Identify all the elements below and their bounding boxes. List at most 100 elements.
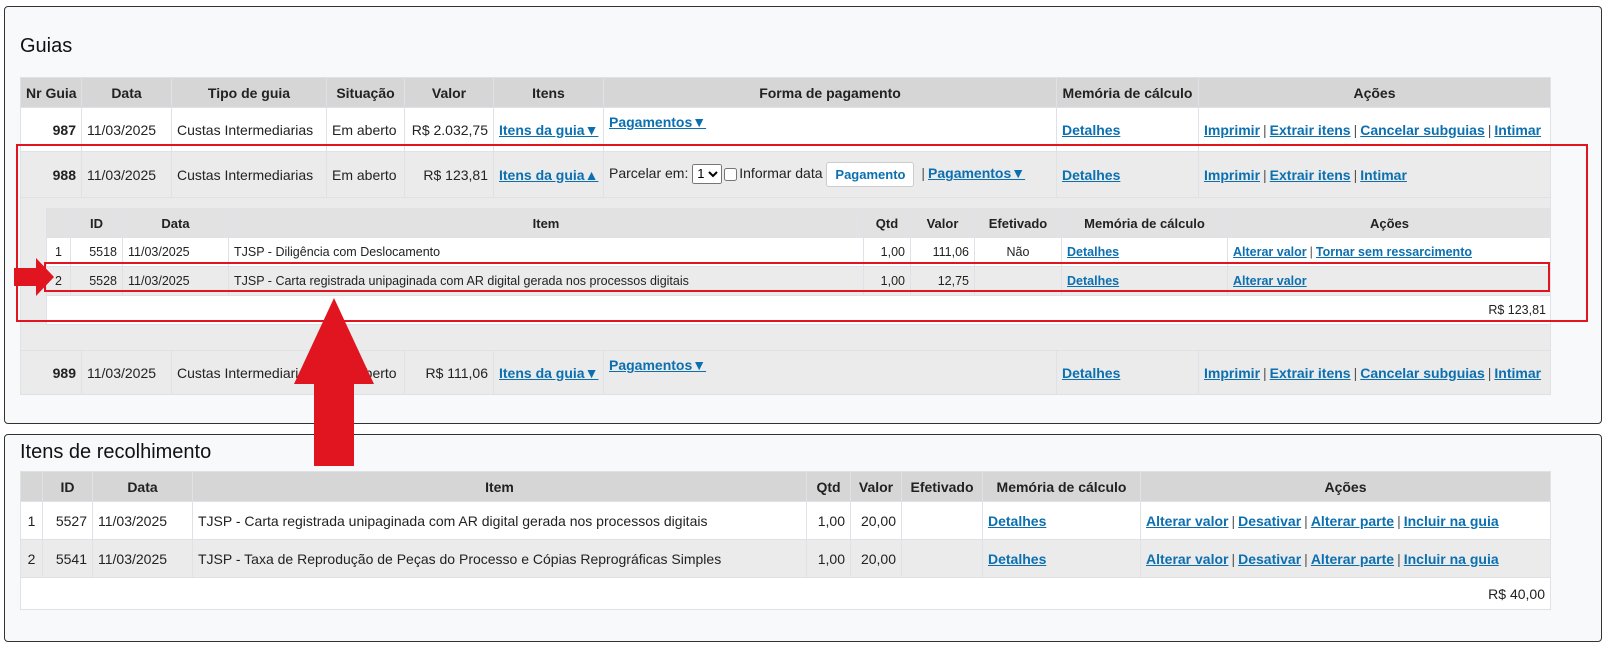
sub-qtd: 1,00 (863, 237, 911, 267)
guia-data: 11/03/2025 (81, 151, 172, 198)
imprimir-link[interactable]: Imprimir (1204, 365, 1260, 381)
desativar-link[interactable]: Desativar (1238, 551, 1301, 567)
guias-table: Nr Guia Data Tipo de guia Situação Valor… (20, 77, 1551, 395)
pagamento-button[interactable]: Pagamento (826, 162, 915, 187)
sub-data: 11/03/2025 (122, 237, 229, 267)
col-data: Data (92, 471, 193, 502)
sub-valor: 111,06 (910, 237, 975, 267)
pagamentos-link[interactable]: Pagamentos▼ (609, 357, 706, 373)
detalhes-link[interactable]: Detalhes (988, 513, 1046, 529)
col-itens: Itens (493, 77, 604, 108)
col-memoria: Memória de cálculo (982, 471, 1141, 502)
intimar-link[interactable]: Intimar (1360, 167, 1407, 183)
extrair-itens-link[interactable]: Extrair itens (1270, 365, 1351, 381)
detalhes-link[interactable]: Detalhes (1062, 167, 1120, 183)
detalhes-link[interactable]: Detalhes (988, 551, 1046, 567)
desativar-link[interactable]: Desativar (1238, 513, 1301, 529)
sub-col-id: ID (70, 208, 123, 238)
incluir-na-guia-link[interactable]: Incluir na guia (1404, 513, 1499, 529)
col-acoes: Ações (1140, 471, 1551, 502)
sub-col-memoria: Memória de cálculo (1061, 208, 1228, 238)
guia-nr: 987 (20, 107, 82, 152)
guia-tipo: Custas Intermediarias (171, 107, 327, 152)
sub-efetivado: Não (974, 237, 1062, 267)
alterar-valor-link[interactable]: Alterar valor (1146, 513, 1228, 529)
rec-n: 1 (20, 501, 43, 540)
sub-row: 1 5518 11/03/2025 TJSP - Diligência com … (46, 237, 1550, 267)
itens-da-guia-link[interactable]: Itens da guia▼ (499, 365, 598, 381)
col-id: ID (42, 471, 93, 502)
informar-data-checkbox[interactable] (724, 168, 738, 181)
recolhimento-row: 1 5527 11/03/2025 TJSP - Carta registrad… (20, 501, 1551, 540)
alterar-valor-link[interactable]: Alterar valor (1233, 274, 1307, 288)
col-forma-pagamento: Forma de pagamento (603, 77, 1057, 108)
guia-row-988: 988 11/03/2025 Custas Intermediarias Em … (20, 151, 1551, 198)
guia-988-items-row: ID Data Item Qtd Valor Efetivado Memória… (20, 197, 1551, 351)
sub-data: 11/03/2025 (122, 266, 229, 296)
guia-data: 11/03/2025 (81, 350, 172, 395)
guia-valor: R$ 2.032,75 (404, 107, 494, 152)
rec-item: TJSP - Carta registrada unipaginada com … (192, 501, 807, 540)
guia-valor: R$ 123,81 (404, 151, 494, 198)
rec-efetivado (901, 539, 983, 578)
alterar-valor-link[interactable]: Alterar valor (1233, 245, 1307, 259)
col-qtd: Qtd (806, 471, 851, 502)
guia-situacao: Em aberto (326, 107, 405, 152)
detalhes-link[interactable]: Detalhes (1062, 122, 1120, 138)
guia-itens-table: ID Data Item Qtd Valor Efetivado Memória… (46, 208, 1550, 325)
parcelar-select[interactable]: 1 (692, 163, 723, 184)
col-valor: Valor (404, 77, 494, 108)
rec-n: 2 (20, 539, 43, 578)
pagamentos-link[interactable]: Pagamentos▼ (928, 165, 1025, 181)
guia-nr: 988 (20, 151, 82, 198)
rec-item: TJSP - Taxa de Reprodução de Peças do Pr… (192, 539, 807, 578)
cancelar-subguias-link[interactable]: Cancelar subguias (1360, 365, 1485, 381)
detalhes-link[interactable]: Detalhes (1067, 274, 1119, 288)
itens-da-guia-link[interactable]: Itens da guia▲ (499, 167, 598, 183)
guia-nr: 989 (20, 350, 82, 395)
imprimir-link[interactable]: Imprimir (1204, 167, 1260, 183)
sub-total: R$ 123,81 (46, 295, 1550, 325)
sub-id: 5518 (70, 237, 123, 267)
extrair-itens-link[interactable]: Extrair itens (1270, 167, 1351, 183)
sub-col-valor: Valor (910, 208, 975, 238)
rec-data: 11/03/2025 (92, 501, 193, 540)
sub-efetivado (974, 266, 1062, 296)
pagamentos-link[interactable]: Pagamentos▼ (609, 114, 706, 130)
sub-col-n (46, 208, 71, 238)
sub-col-qtd: Qtd (863, 208, 911, 238)
imprimir-link[interactable]: Imprimir (1204, 122, 1260, 138)
tornar-sem-ressarcimento-link[interactable]: Tornar sem ressarcimento (1316, 245, 1472, 259)
col-efetivado: Efetivado (901, 471, 983, 502)
guia-data: 11/03/2025 (81, 107, 172, 152)
intimar-link[interactable]: Intimar (1494, 122, 1541, 138)
sub-item: TJSP - Diligência com Deslocamento (228, 237, 864, 267)
col-memoria: Memória de cálculo (1056, 77, 1199, 108)
extrair-itens-link[interactable]: Extrair itens (1270, 122, 1351, 138)
col-item: Item (192, 471, 807, 502)
intimar-link[interactable]: Intimar (1494, 365, 1541, 381)
alterar-parte-link[interactable]: Alterar parte (1311, 513, 1394, 529)
detalhes-link[interactable]: Detalhes (1067, 245, 1119, 259)
alterar-parte-link[interactable]: Alterar parte (1311, 551, 1394, 567)
detalhes-link[interactable]: Detalhes (1062, 365, 1120, 381)
guias-title: Guias (20, 35, 73, 57)
col-n (20, 471, 43, 502)
guia-row-987: 987 11/03/2025 Custas Intermediarias Em … (20, 107, 1551, 152)
itens-da-guia-link[interactable]: Itens da guia▼ (499, 122, 598, 138)
itens-recolhimento-panel: Itens de recolhimento ID Data Item Qtd V… (4, 434, 1602, 642)
col-acoes: Ações (1198, 77, 1551, 108)
sub-item: TJSP - Carta registrada unipaginada com … (228, 266, 864, 296)
cancelar-subguias-link[interactable]: Cancelar subguias (1360, 122, 1485, 138)
itens-recolhimento-table: ID Data Item Qtd Valor Efetivado Memória… (20, 471, 1551, 610)
sub-qtd: 1,00 (863, 266, 911, 296)
col-nr-guia: Nr Guia (20, 77, 82, 108)
col-situacao: Situação (326, 77, 405, 108)
rec-data: 11/03/2025 (92, 539, 193, 578)
rec-qtd: 1,00 (806, 501, 851, 540)
informar-data-label: Informar data (739, 165, 823, 182)
incluir-na-guia-link[interactable]: Incluir na guia (1404, 551, 1499, 567)
col-tipo: Tipo de guia (171, 77, 327, 108)
guia-valor: R$ 111,06 (404, 350, 494, 395)
alterar-valor-link[interactable]: Alterar valor (1146, 551, 1228, 567)
